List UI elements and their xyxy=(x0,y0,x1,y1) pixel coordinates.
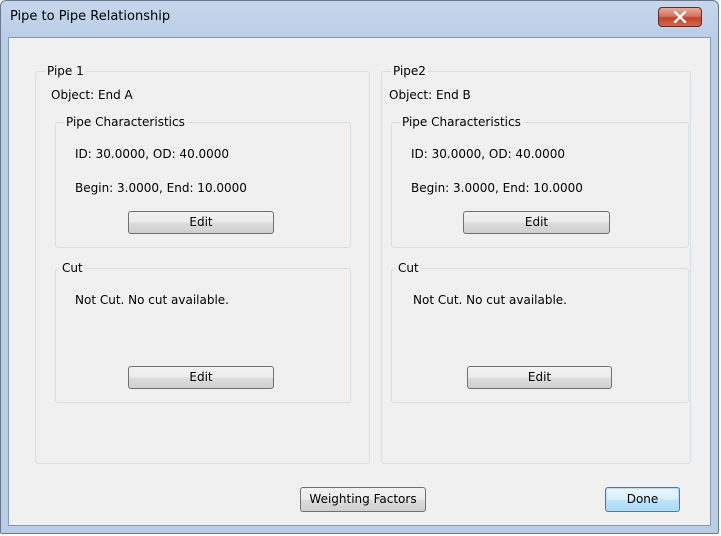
pipe1-object-label: Object: End A xyxy=(51,88,133,102)
pipe2-cut-label: Cut xyxy=(396,261,421,275)
title-bar[interactable]: Pipe to Pipe Relationship xyxy=(1,1,718,31)
pipe2-group-label: Pipe2 xyxy=(391,64,428,78)
close-icon xyxy=(673,11,687,23)
pipe1-cut-edit-button[interactable]: Edit xyxy=(128,366,274,389)
pipe2-object-label: Object: End B xyxy=(389,88,471,102)
pipe1-group: Pipe 1 Object: End A Pipe Characteristic… xyxy=(35,64,370,464)
pipe1-diameters-text: ID: 30.0000, OD: 40.0000 xyxy=(75,147,230,161)
pipe2-cut-edit-button[interactable]: Edit xyxy=(467,366,612,389)
pipe2-cut-status: Not Cut. No cut available. xyxy=(413,293,567,307)
pipe2-characteristics-edit-button[interactable]: Edit xyxy=(463,211,610,234)
pipe1-cut-status: Not Cut. No cut available. xyxy=(75,293,229,307)
pipe1-cut-group: Cut Not Cut. No cut available. Edit xyxy=(55,261,351,403)
pipe2-characteristics-group: Pipe Characteristics ID: 30.0000, OD: 40… xyxy=(391,115,689,248)
pipe1-range-text: Begin: 3.0000, End: 10.0000 xyxy=(75,181,247,195)
pipe1-group-label: Pipe 1 xyxy=(45,64,86,78)
pipe1-cut-label: Cut xyxy=(60,261,85,275)
pipe1-characteristics-label: Pipe Characteristics xyxy=(64,115,187,129)
pipe1-characteristics-edit-button[interactable]: Edit xyxy=(128,211,274,234)
window-title: Pipe to Pipe Relationship xyxy=(10,9,171,24)
done-button[interactable]: Done xyxy=(605,487,680,512)
pipe2-characteristics-label: Pipe Characteristics xyxy=(400,115,523,129)
dialog-client-area: Pipe 1 Object: End A Pipe Characteristic… xyxy=(8,37,711,526)
weighting-factors-button[interactable]: Weighting Factors xyxy=(300,487,426,512)
pipe1-characteristics-group: Pipe Characteristics ID: 30.0000, OD: 40… xyxy=(55,115,351,248)
pipe2-range-text: Begin: 3.0000, End: 10.0000 xyxy=(411,181,583,195)
close-button[interactable] xyxy=(658,7,702,27)
pipe2-group: Pipe2 Object: End B Pipe Characteristics… xyxy=(381,64,691,464)
pipe2-cut-group: Cut Not Cut. No cut available. Edit xyxy=(391,261,689,403)
pipe2-diameters-text: ID: 30.0000, OD: 40.0000 xyxy=(411,147,566,161)
